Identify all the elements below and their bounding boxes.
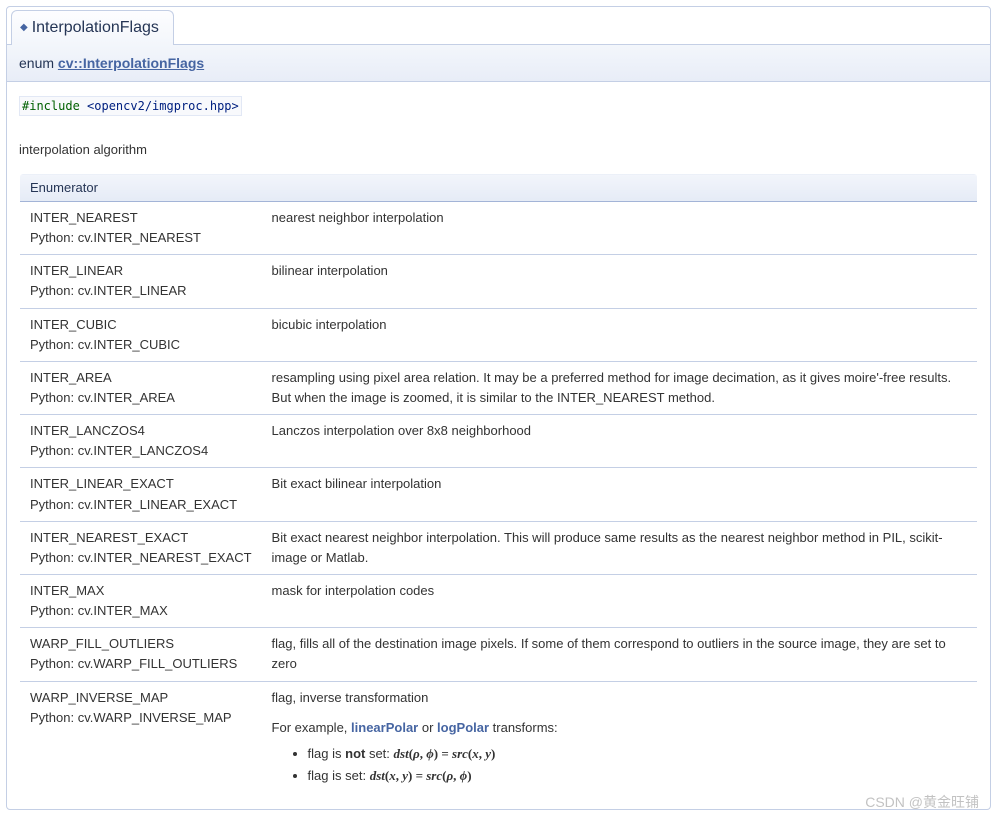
- math-expr: dst(ρ, ϕ) = src(x, y): [394, 746, 496, 761]
- tab-title: InterpolationFlags: [32, 19, 159, 36]
- enum-description: bilinear interpolation: [262, 255, 978, 308]
- enum-cpp-name: INTER_LINEAR_EXACT: [30, 474, 252, 494]
- enum-description: Bit exact bilinear interpolation: [262, 468, 978, 521]
- enum-description: Bit exact nearest neighbor interpolation…: [262, 521, 978, 574]
- math-expr: dst(x, y) = src(ρ, ϕ): [370, 768, 472, 783]
- tab-row: ◆ InterpolationFlags: [7, 9, 990, 44]
- table-row: WARP_FILL_OUTLIERS Python: cv.WARP_FILL_…: [20, 628, 978, 681]
- table-row: WARP_INVERSE_MAP Python: cv.WARP_INVERSE…: [20, 681, 978, 797]
- enum-cpp-name: INTER_LINEAR: [30, 261, 252, 281]
- warp-inverse-para2: For example, linearPolar or logPolar tra…: [272, 718, 967, 738]
- enum-cpp-name: WARP_FILL_OUTLIERS: [30, 634, 252, 654]
- include-directive: #include <opencv2/imgproc.hpp>: [19, 96, 242, 116]
- enum-python-name: Python: cv.INTER_NEAREST: [30, 228, 252, 248]
- table-header: Enumerator: [20, 174, 978, 202]
- table-row: INTER_LINEAR_EXACT Python: cv.INTER_LINE…: [20, 468, 978, 521]
- table-row: INTER_LANCZOS4 Python: cv.INTER_LANCZOS4…: [20, 415, 978, 468]
- table-row: INTER_LINEAR Python: cv.INTER_LINEAR bil…: [20, 255, 978, 308]
- table-row: INTER_CUBIC Python: cv.INTER_CUBIC bicub…: [20, 308, 978, 361]
- algorithm-description: interpolation algorithm: [19, 142, 978, 157]
- enum-prefix: enum: [19, 55, 58, 71]
- include-keyword: #include: [22, 99, 80, 113]
- table-row: INTER_NEAREST Python: cv.INTER_NEAREST n…: [20, 202, 978, 255]
- list-item: flag is not set: dst(ρ, ϕ) = src(x, y): [308, 744, 967, 764]
- enum-cpp-name: INTER_NEAREST: [30, 208, 252, 228]
- table-row: INTER_AREA Python: cv.INTER_AREA resampl…: [20, 361, 978, 414]
- enum-cpp-name: INTER_CUBIC: [30, 315, 252, 335]
- enum-cpp-name: WARP_INVERSE_MAP: [30, 688, 252, 708]
- link-linearpolar[interactable]: linearPolar: [351, 720, 418, 735]
- enum-python-name: Python: cv.INTER_LANCZOS4: [30, 441, 252, 461]
- list-item: flag is set: dst(x, y) = src(ρ, ϕ): [308, 766, 967, 786]
- diamond-icon: ◆: [20, 22, 28, 33]
- link-logpolar[interactable]: logPolar: [437, 720, 489, 735]
- warp-inverse-list: flag is not set: dst(ρ, ϕ) = src(x, y) f…: [272, 744, 967, 786]
- enum-description: nearest neighbor interpolation: [262, 202, 978, 255]
- enum-python-name: Python: cv.INTER_CUBIC: [30, 335, 252, 355]
- enum-python-name: Python: cv.INTER_LINEAR_EXACT: [30, 495, 252, 515]
- doc-container: ◆ InterpolationFlags enum cv::Interpolati…: [6, 6, 991, 810]
- enum-cpp-name: INTER_LANCZOS4: [30, 421, 252, 441]
- tab-interpolationflags[interactable]: ◆ InterpolationFlags: [11, 10, 174, 45]
- content-area: #include <opencv2/imgproc.hpp> interpola…: [7, 82, 990, 809]
- enum-cpp-name: INTER_NEAREST_EXACT: [30, 528, 252, 548]
- table-row: INTER_MAX Python: cv.INTER_MAX mask for …: [20, 574, 978, 627]
- enum-description: flag, inverse transformation For example…: [262, 681, 978, 797]
- enum-link[interactable]: cv::InterpolationFlags: [58, 55, 204, 71]
- enum-header: enum cv::InterpolationFlags: [7, 44, 990, 82]
- enum-description: resampling using pixel area relation. It…: [262, 361, 978, 414]
- enum-description: bicubic interpolation: [262, 308, 978, 361]
- enum-python-name: Python: cv.INTER_AREA: [30, 388, 252, 408]
- enum-python-name: Python: cv.WARP_INVERSE_MAP: [30, 708, 252, 728]
- enum-description: flag, fills all of the destination image…: [262, 628, 978, 681]
- enum-python-name: Python: cv.INTER_MAX: [30, 601, 252, 621]
- include-path: <opencv2/imgproc.hpp>: [87, 99, 239, 113]
- enum-cpp-name: INTER_MAX: [30, 581, 252, 601]
- enum-description: Lanczos interpolation over 8x8 neighborh…: [262, 415, 978, 468]
- enum-cpp-name: INTER_AREA: [30, 368, 252, 388]
- table-row: INTER_NEAREST_EXACT Python: cv.INTER_NEA…: [20, 521, 978, 574]
- enum-python-name: Python: cv.WARP_FILL_OUTLIERS: [30, 654, 252, 674]
- enum-python-name: Python: cv.INTER_NEAREST_EXACT: [30, 548, 252, 568]
- enum-description: mask for interpolation codes: [262, 574, 978, 627]
- enum-python-name: Python: cv.INTER_LINEAR: [30, 281, 252, 301]
- warp-inverse-para1: flag, inverse transformation: [272, 688, 967, 708]
- enumerator-table: Enumerator INTER_NEAREST Python: cv.INTE…: [19, 173, 978, 797]
